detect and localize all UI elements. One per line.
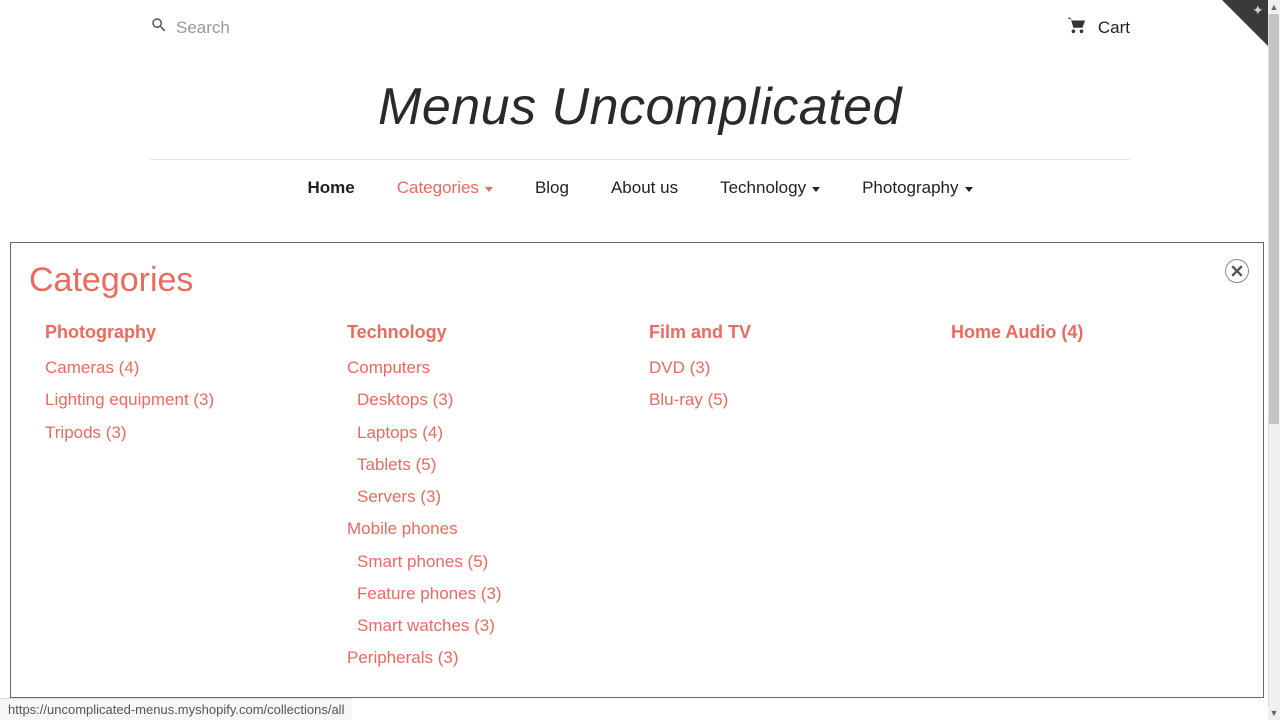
status-url: https://uncomplicated-menus.myshopify.co…: [8, 702, 344, 717]
col-heading-film-tv[interactable]: Film and TV: [649, 322, 951, 343]
col-heading-technology[interactable]: Technology: [347, 322, 649, 343]
nav-photography-label: Photography: [862, 178, 958, 198]
link-blu-ray[interactable]: Blu-ray (5): [649, 389, 951, 410]
main-nav: Home Categories Blog About us Technology…: [0, 160, 1280, 212]
cart-label: Cart: [1098, 18, 1130, 38]
nav-blog[interactable]: Blog: [535, 178, 569, 198]
link-laptops[interactable]: Laptops (4): [347, 422, 649, 443]
link-desktops[interactable]: Desktops (3): [347, 389, 649, 410]
link-computers[interactable]: Computers: [347, 357, 649, 378]
nav-categories[interactable]: Categories: [397, 178, 493, 198]
cart-icon: [1066, 16, 1088, 39]
link-tripods[interactable]: Tripods (3): [45, 422, 347, 443]
chevron-down-icon: [485, 187, 493, 192]
link-mobile-phones[interactable]: Mobile phones: [347, 518, 649, 539]
panel-title: Categories: [29, 261, 1245, 300]
col-heading-photography[interactable]: Photography: [45, 322, 347, 343]
cart-button[interactable]: Cart: [1066, 16, 1130, 39]
link-cameras[interactable]: Cameras (4): [45, 357, 347, 378]
search-input[interactable]: [176, 18, 376, 38]
close-icon: [1231, 265, 1243, 277]
link-smart-watches[interactable]: Smart watches (3): [347, 615, 649, 636]
col-heading-home-audio[interactable]: Home Audio (4): [951, 322, 1253, 343]
link-feature-phones[interactable]: Feature phones (3): [347, 583, 649, 604]
chevron-down-icon: [812, 187, 820, 192]
status-bar: https://uncomplicated-menus.myshopify.co…: [0, 698, 352, 720]
close-panel-button[interactable]: [1225, 259, 1249, 283]
site-title: Menus Uncomplicated: [0, 77, 1280, 137]
nav-home[interactable]: Home: [307, 178, 354, 198]
nav-technology-label: Technology: [720, 178, 806, 198]
search-icon[interactable]: [150, 16, 168, 39]
link-peripherals[interactable]: Peripherals (3): [347, 647, 649, 668]
col-technology: Technology Computers Desktops (3) Laptop…: [347, 322, 649, 680]
link-dvd[interactable]: DVD (3): [649, 357, 951, 378]
panel-columns: Photography Cameras (4) Lighting equipme…: [29, 322, 1245, 680]
nav-photography[interactable]: Photography: [862, 178, 972, 198]
nav-categories-label: Categories: [397, 178, 479, 198]
nav-about[interactable]: About us: [611, 178, 678, 198]
scroll-up-icon[interactable]: ▲: [1268, 0, 1280, 14]
nav-technology[interactable]: Technology: [720, 178, 820, 198]
col-photography: Photography Cameras (4) Lighting equipme…: [45, 322, 347, 680]
link-tablets[interactable]: Tablets (5): [347, 454, 649, 475]
gear-icon[interactable]: ✦: [1252, 4, 1264, 16]
col-film-tv: Film and TV DVD (3) Blu-ray (5): [649, 322, 951, 680]
top-bar: Cart: [0, 0, 1280, 49]
link-servers[interactable]: Servers (3): [347, 486, 649, 507]
link-smart-phones[interactable]: Smart phones (5): [347, 551, 649, 572]
scrollbar-track[interactable]: ▲ ▼: [1268, 0, 1280, 720]
scrollbar-thumb[interactable]: [1269, 14, 1279, 424]
link-lighting-equipment[interactable]: Lighting equipment (3): [45, 389, 347, 410]
col-home-audio: Home Audio (4): [951, 322, 1253, 680]
categories-mega-panel: Categories Photography Cameras (4) Light…: [10, 242, 1264, 698]
search-wrap: [150, 16, 376, 39]
chevron-down-icon: [965, 187, 973, 192]
scroll-down-icon[interactable]: ▼: [1268, 706, 1280, 720]
